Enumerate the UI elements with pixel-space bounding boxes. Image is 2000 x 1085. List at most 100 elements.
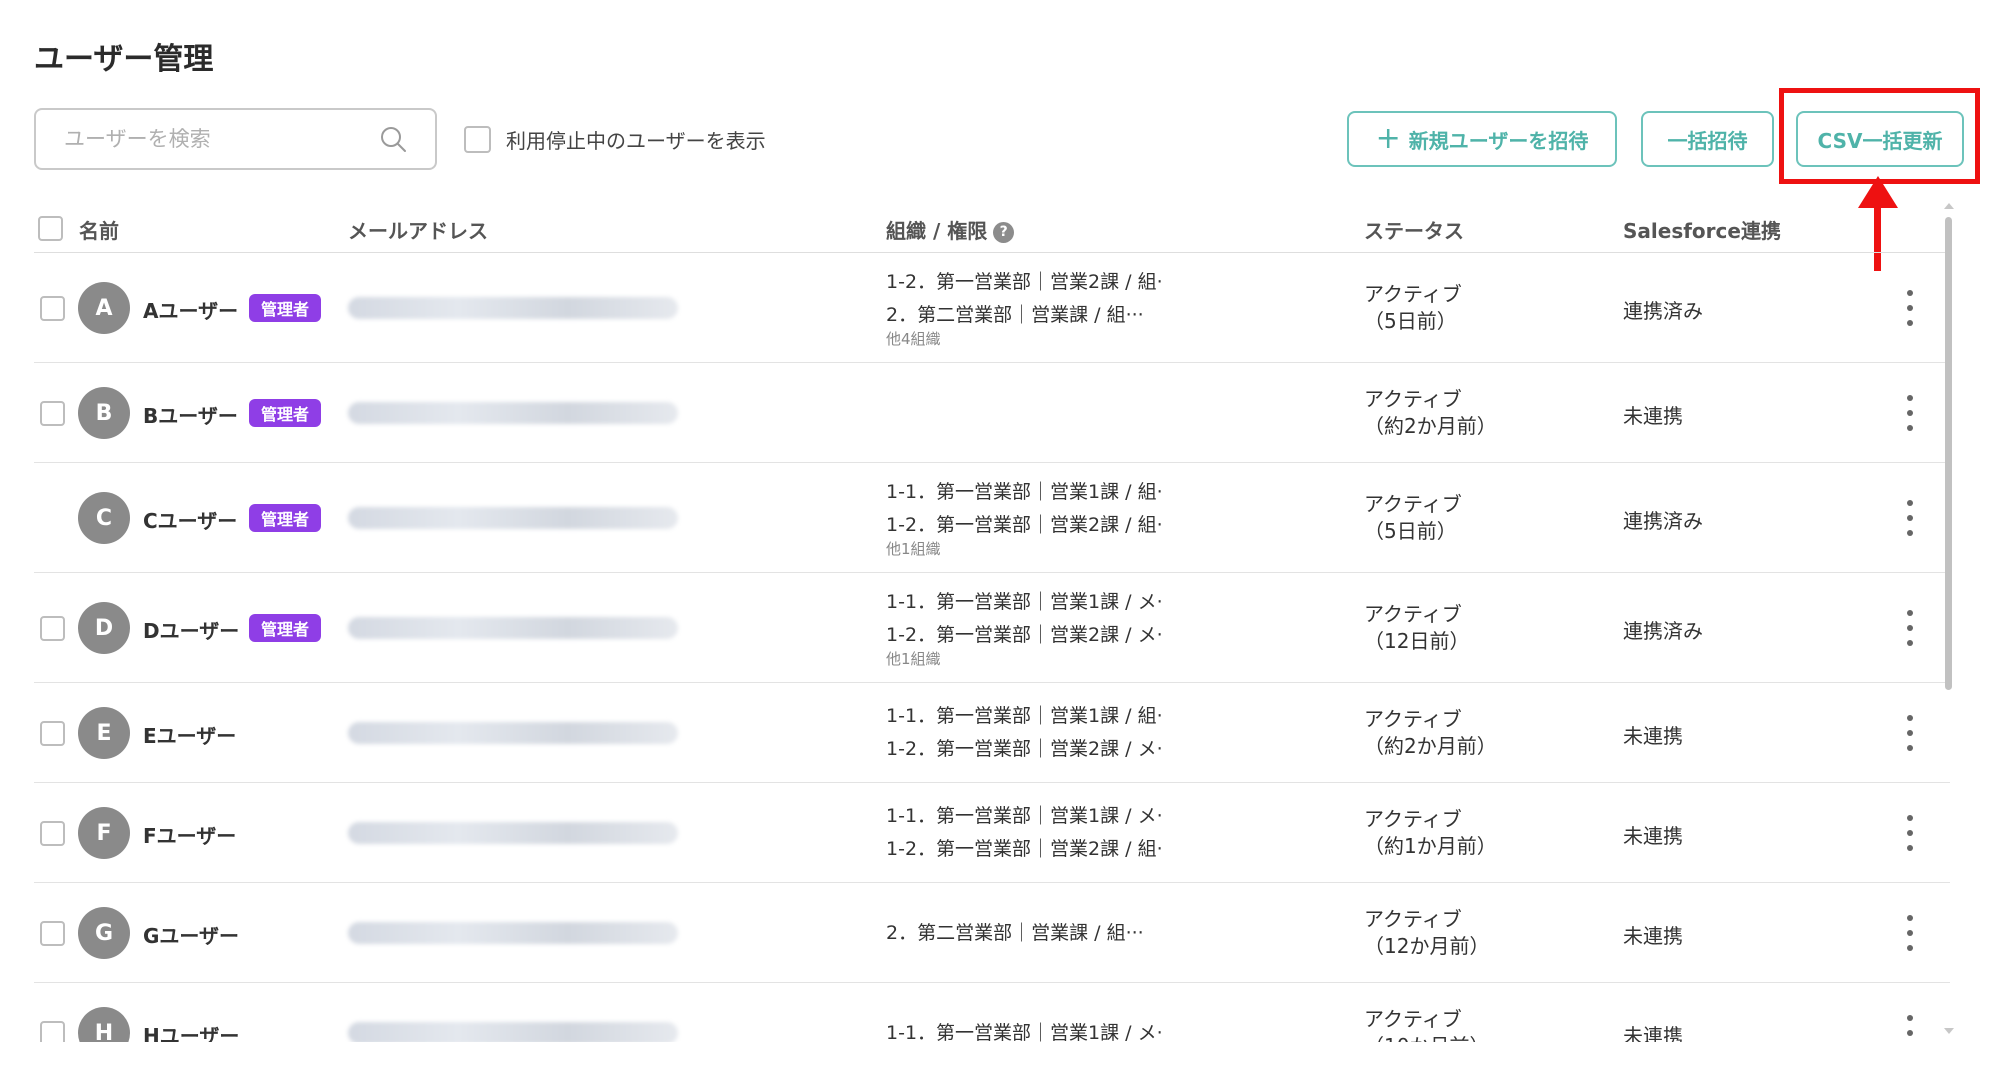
more-vert-icon[interactable] bbox=[1900, 915, 1920, 951]
status-last-active: （約2か月前） bbox=[1364, 734, 1497, 758]
admin-badge: 管理者 bbox=[249, 399, 321, 427]
more-vert-icon[interactable] bbox=[1900, 395, 1920, 431]
status-cell: アクティブ （5日前） bbox=[1364, 491, 1462, 545]
org-cell: 1-2．第一営業部｜営業2課 / 組· 2．第二営業部｜営業課 / 組··· 他4組… bbox=[886, 266, 1236, 349]
org-line: 1-2．第一営業部｜営業2課 / 組· bbox=[886, 271, 1163, 293]
more-vert-icon[interactable] bbox=[1900, 715, 1920, 751]
status-last-active: （約1か月前） bbox=[1364, 834, 1497, 858]
table-row[interactable]: E Eユーザー 1-1．第一営業部｜営業1課 / 組· 1-2．第一営業部｜営業2課 … bbox=[34, 683, 1950, 783]
salesforce-status: 連携済み bbox=[1623, 619, 1703, 643]
row-checkbox[interactable] bbox=[40, 1021, 65, 1042]
more-vert-icon[interactable] bbox=[1900, 610, 1920, 646]
salesforce-status: 未連携 bbox=[1623, 724, 1683, 748]
table-row[interactable]: H Hユーザー 1-1．第一営業部｜営業1課 / メ· アクティブ （10か月前） 未連携 bbox=[34, 983, 1950, 1042]
email-blurred bbox=[348, 722, 678, 744]
user-name[interactable]: Gユーザー bbox=[143, 920, 239, 949]
row-checkbox[interactable] bbox=[40, 821, 65, 846]
scroll-up-arrow[interactable] bbox=[1944, 203, 1954, 209]
user-name[interactable]: Dユーザー bbox=[143, 615, 239, 644]
avatar-initial: A bbox=[95, 295, 113, 321]
more-vert-icon[interactable] bbox=[1900, 1015, 1920, 1042]
org-cell: 1-1．第一営業部｜営業1課 / メ· 1-2．第一営業部｜営業2課 / 組· bbox=[886, 800, 1236, 866]
table-header: 名前 メールアドレス 組織 / 権限? ステータス Salesforce連携 bbox=[34, 205, 1950, 253]
admin-badge: 管理者 bbox=[249, 614, 321, 642]
row-checkbox[interactable] bbox=[40, 401, 65, 426]
email-blurred bbox=[348, 617, 678, 639]
user-name[interactable]: Hユーザー bbox=[143, 1020, 239, 1042]
email-blurred bbox=[348, 822, 678, 844]
status-label: アクティブ bbox=[1364, 602, 1462, 626]
admin-badge: 管理者 bbox=[249, 504, 321, 532]
row-checkbox[interactable] bbox=[40, 921, 65, 946]
org-line: 1-1．第一営業部｜営業1課 / メ· bbox=[886, 1021, 1163, 1043]
user-name[interactable]: Fユーザー bbox=[143, 820, 236, 849]
more-vert-icon[interactable] bbox=[1900, 290, 1920, 326]
org-line: 1-1．第一営業部｜営業1課 / メ· bbox=[886, 805, 1163, 827]
header-name[interactable]: 名前 bbox=[79, 215, 119, 244]
user-name[interactable]: Aユーザー bbox=[143, 295, 238, 324]
avatar: C bbox=[78, 492, 130, 544]
avatar: A bbox=[78, 282, 130, 334]
status-cell: アクティブ （約2か月前） bbox=[1364, 706, 1497, 760]
row-checkbox[interactable] bbox=[40, 721, 65, 746]
row-checkbox[interactable] bbox=[40, 296, 65, 321]
org-cell: 1-1．第一営業部｜営業1課 / メ· 1-2．第一営業部｜営業2課 / メ· 他1… bbox=[886, 586, 1236, 669]
header-org[interactable]: 組織 / 権限? bbox=[886, 215, 1015, 244]
org-cell: 1-1．第一営業部｜営業1課 / 組· 1-2．第一営業部｜営業2課 / 組· 他1… bbox=[886, 476, 1236, 559]
status-label: アクティブ bbox=[1364, 707, 1462, 731]
salesforce-status: 未連携 bbox=[1623, 924, 1683, 948]
scroll-thumb[interactable] bbox=[1945, 217, 1952, 690]
more-vert-icon[interactable] bbox=[1900, 500, 1920, 536]
salesforce-status: 連携済み bbox=[1623, 509, 1703, 533]
salesforce-status: 未連携 bbox=[1623, 404, 1683, 428]
user-name[interactable]: Cユーザー bbox=[143, 505, 237, 534]
header-salesforce[interactable]: Salesforce連携 bbox=[1623, 215, 1781, 244]
table-row[interactable]: D Dユーザー 管理者 1-1．第一営業部｜営業1課 / メ· 1-2．第一営業部｜営業… bbox=[34, 573, 1950, 683]
status-last-active: （約2か月前） bbox=[1364, 414, 1497, 438]
email-blurred bbox=[348, 1022, 678, 1042]
help-icon[interactable]: ? bbox=[993, 222, 1015, 243]
org-line: 1-1．第一営業部｜営業1課 / メ· bbox=[886, 591, 1163, 613]
salesforce-status: 連携済み bbox=[1623, 299, 1703, 323]
table-row[interactable]: G Gユーザー 2．第二営業部｜営業課 / 組··· アクティブ （12か月前） 未連携 bbox=[34, 883, 1950, 983]
row-checkbox[interactable] bbox=[40, 616, 65, 641]
avatar-initial: G bbox=[94, 920, 114, 946]
org-cell: 2．第二営業部｜営業課 / 組··· bbox=[886, 917, 1236, 950]
select-all-checkbox[interactable] bbox=[38, 216, 63, 241]
status-last-active: （12か月前） bbox=[1364, 934, 1490, 958]
status-cell: アクティブ （12日前） bbox=[1364, 601, 1469, 655]
avatar: E bbox=[78, 707, 130, 759]
table-row[interactable]: B Bユーザー 管理者 アクティブ （約2か月前） 未連携 bbox=[34, 363, 1950, 463]
email-blurred bbox=[348, 507, 678, 529]
avatar-initial: B bbox=[95, 400, 113, 426]
email-blurred bbox=[348, 297, 678, 319]
table-row[interactable]: F Fユーザー 1-1．第一営業部｜営業1課 / メ· 1-2．第一営業部｜営業2課 … bbox=[34, 783, 1950, 883]
status-label: アクティブ bbox=[1364, 492, 1462, 516]
org-line: 2．第二営業部｜営業課 / 組··· bbox=[886, 921, 1144, 944]
avatar-initial: F bbox=[96, 820, 112, 846]
avatar: G bbox=[78, 907, 130, 959]
salesforce-status: 未連携 bbox=[1623, 1024, 1683, 1042]
email-blurred bbox=[348, 402, 678, 424]
avatar: H bbox=[78, 1007, 130, 1042]
email-blurred bbox=[348, 922, 678, 944]
user-name[interactable]: Eユーザー bbox=[143, 720, 236, 749]
table-row[interactable]: A Aユーザー 管理者 1-2．第一営業部｜営業2課 / 組· 2．第二営業部｜営業課 … bbox=[34, 253, 1950, 363]
org-cell: 1-1．第一営業部｜営業1課 / メ· bbox=[886, 1017, 1236, 1043]
header-status[interactable]: ステータス bbox=[1364, 215, 1464, 244]
status-label: アクティブ bbox=[1364, 387, 1462, 411]
status-last-active: （12日前） bbox=[1364, 629, 1470, 653]
scrollbar[interactable] bbox=[1943, 203, 1955, 1042]
user-name[interactable]: Bユーザー bbox=[143, 400, 238, 429]
status-last-active: （5日前） bbox=[1364, 519, 1457, 543]
org-line: 1-2．第一営業部｜営業2課 / 組· bbox=[886, 838, 1163, 860]
admin-badge: 管理者 bbox=[249, 294, 321, 322]
more-vert-icon[interactable] bbox=[1900, 815, 1920, 851]
status-cell: アクティブ （約2か月前） bbox=[1364, 386, 1497, 440]
avatar-initial: C bbox=[95, 505, 113, 531]
scroll-down-arrow[interactable] bbox=[1944, 1028, 1954, 1034]
salesforce-status: 未連携 bbox=[1623, 824, 1683, 848]
table-row[interactable]: C Cユーザー 管理者 1-1．第一営業部｜営業1課 / 組· 1-2．第一営業部｜営業… bbox=[34, 463, 1950, 573]
header-email[interactable]: メールアドレス bbox=[348, 215, 488, 244]
org-cell: 1-1．第一営業部｜営業1課 / 組· 1-2．第一営業部｜営業2課 / メ· bbox=[886, 700, 1236, 766]
